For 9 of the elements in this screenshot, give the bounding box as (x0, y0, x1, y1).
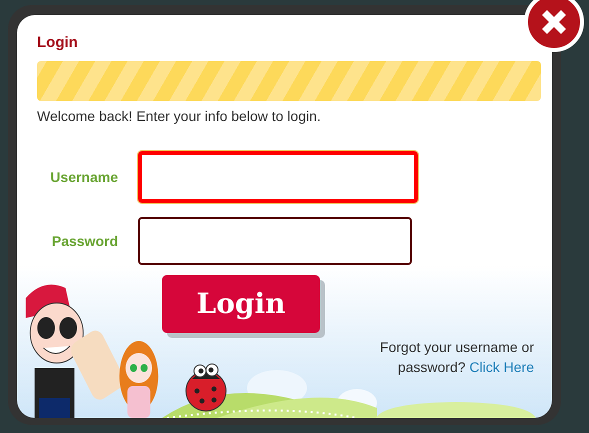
click-here-link[interactable]: Click Here (469, 359, 534, 375)
field-label: Password (50, 232, 119, 250)
input-field[interactable] (138, 217, 412, 265)
input-field[interactable] (138, 151, 418, 203)
intro-text: Welcome back! Enter your info below to login. (37, 107, 322, 126)
login-button[interactable]: Login (162, 275, 320, 333)
dialog-title: Login (37, 33, 79, 53)
field-label: Username (49, 168, 119, 186)
forgot-text: Forgot your username or password? Click Here (378, 338, 534, 377)
